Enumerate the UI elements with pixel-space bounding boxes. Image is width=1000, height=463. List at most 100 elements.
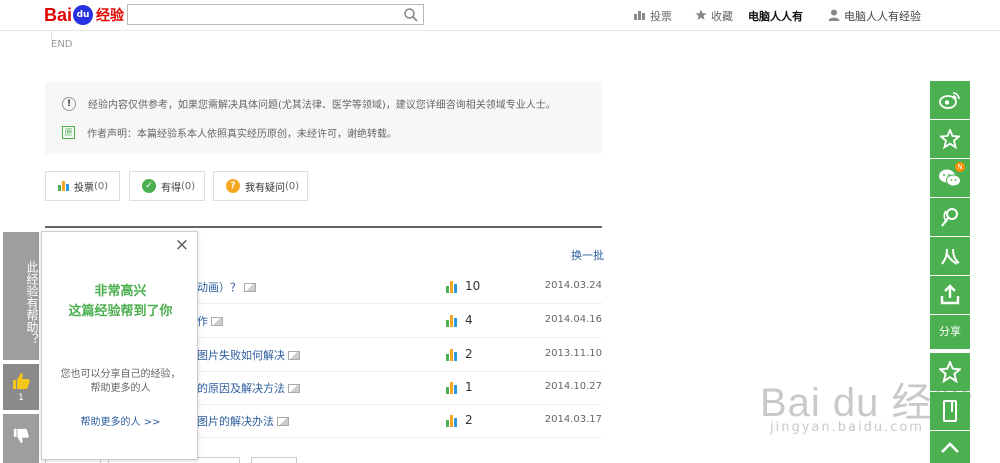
- share-wechat-button[interactable]: N: [930, 159, 970, 197]
- vote-chart-icon: [446, 382, 457, 394]
- search-icon[interactable]: [403, 7, 419, 23]
- question-button[interactable]: ? 我有疑问 (0): [213, 171, 308, 201]
- popup-sub-2: 帮助更多的人: [90, 383, 151, 394]
- wechat-new-badge: N: [955, 162, 965, 172]
- disclaimer-box: ! 经验内容仅供参考，如果您需解决具体问题(尤其法律、医学等领域)，建议您详细咨…: [45, 82, 602, 154]
- question-label: 我有疑问: [245, 182, 285, 194]
- logo-jingyan: 经验: [96, 8, 125, 24]
- renren-icon: [941, 248, 960, 265]
- section-divider: [45, 226, 602, 228]
- nav-user[interactable]: 电脑人人有经验: [828, 8, 921, 24]
- image-icon: [277, 416, 289, 426]
- upload-share-icon: [940, 284, 960, 305]
- thumb-up-count: 1: [18, 393, 24, 403]
- disclaimer-row-1: ! 经验内容仅供参考，如果您需解决具体问题(尤其法律、医学等领域)，建议您详细咨…: [62, 96, 556, 111]
- thumb-up-button[interactable]: 1: [3, 364, 39, 410]
- vote-chart-icon: [446, 281, 457, 293]
- author-brand[interactable]: 电脑人人有: [748, 8, 803, 24]
- search-input[interactable]: [127, 4, 424, 25]
- helpful-question: 此经验有帮助？: [3, 232, 39, 360]
- list-item-title[interactable]: 图片的解决办法: [197, 413, 289, 429]
- vote-count: 1: [465, 380, 473, 394]
- favorite-star-button[interactable]: [930, 353, 970, 391]
- disclaimer-text-2: 作者声明：本篇经验系本人依照真实经历原创，未经许可，谢绝转载。: [87, 129, 397, 140]
- useful-button[interactable]: ✓ 有得 (0): [129, 171, 205, 201]
- author-brand-text: 电脑人人有: [748, 10, 803, 23]
- list-item-title[interactable]: 的原因及解决方法: [197, 380, 300, 396]
- nav-vote[interactable]: 投票: [634, 8, 672, 24]
- vote-chart-icon: [446, 415, 457, 427]
- vote-chart-icon: [446, 315, 457, 327]
- list-item-title[interactable]: 图片失败如何解决: [197, 347, 300, 363]
- popup-headline-1: 非常高兴: [94, 284, 147, 299]
- exclamation-icon: !: [62, 96, 76, 111]
- share-renren-button[interactable]: [930, 237, 970, 275]
- share-label: 分享: [930, 315, 970, 349]
- share-tqq-button[interactable]: [930, 198, 970, 236]
- list-item-title[interactable]: 作: [197, 313, 223, 329]
- vote-count: 10: [465, 279, 481, 293]
- list-item-date: 2014.03.17: [544, 414, 602, 425]
- phone-icon: [943, 400, 957, 422]
- popup-sub-1: 您也可以分享自己的经验，: [60, 369, 181, 380]
- watermark-url: jingyan.baidu.com: [770, 420, 924, 435]
- image-icon: [288, 383, 300, 393]
- star-outline-icon: [939, 361, 961, 383]
- vote-count: (0): [94, 180, 109, 192]
- check-icon: ✓: [142, 179, 156, 193]
- vote-label: 投票: [74, 182, 94, 194]
- logo-paw-icon: du: [73, 5, 94, 25]
- star-icon: [695, 9, 707, 24]
- back-to-top-button[interactable]: [930, 431, 970, 463]
- helpful-popup: × 非常高兴 这篇经验帮到了你 您也可以分享自己的经验， 帮助更多的人 帮助更多…: [41, 231, 198, 460]
- list-item-title[interactable]: 动画）？: [197, 279, 256, 295]
- change-batch-link[interactable]: 换一批: [571, 247, 604, 263]
- nav-vote-label: 投票: [650, 10, 672, 23]
- disclaimer-text-1: 经验内容仅供参考，如果您需解决具体问题(尤其法律、医学等领域)，建议您详细咨询相…: [88, 100, 556, 111]
- bottom-button-partial[interactable]: [251, 457, 297, 463]
- useful-count: (0): [181, 180, 196, 192]
- list-item-date: 2013.11.10: [544, 348, 602, 359]
- thumb-up-icon: [13, 373, 30, 389]
- chevron-up-icon: [941, 442, 959, 453]
- image-icon: [211, 316, 223, 326]
- weibo-icon: [939, 92, 960, 109]
- end-label: END: [51, 39, 73, 50]
- nav-user-label: 电脑人人有经验: [844, 10, 921, 23]
- share-sidebar: N 分享: [930, 81, 970, 463]
- vote-button[interactable]: 投票 (0): [45, 171, 120, 201]
- vote-count: 2: [465, 347, 473, 361]
- thumb-down-button[interactable]: [3, 414, 39, 463]
- nav-favorite[interactable]: 收藏: [695, 8, 733, 24]
- tencent-weibo-icon: [941, 208, 958, 227]
- list-item-date: 2014.10.27: [544, 381, 602, 392]
- phone-button[interactable]: [930, 392, 970, 430]
- qzone-star-icon: [940, 129, 960, 149]
- user-icon: [828, 9, 840, 24]
- list-item-date: 2014.04.16: [544, 314, 602, 325]
- popup-headline-2: 这篇经验帮到了你: [68, 304, 173, 319]
- question-count: (0): [285, 180, 300, 192]
- baidu-jingyan-logo[interactable]: Bai du 经验: [44, 4, 124, 26]
- vote-chart-icon: [446, 349, 457, 361]
- image-icon: [288, 350, 300, 360]
- share-qzone-button[interactable]: [930, 120, 970, 158]
- vote-count: 2: [465, 413, 473, 427]
- original-icon: 原: [62, 126, 75, 139]
- logo-bai: Bai: [44, 4, 73, 25]
- vote-chart-icon: [58, 181, 69, 191]
- share-douban-button[interactable]: [930, 276, 970, 314]
- top-header: Bai du 经验 投票 收藏 电脑人人有 电脑人人有经验: [0, 0, 1000, 31]
- disclaimer-row-2: 原 作者声明：本篇经验系本人依照真实经历原创，未经许可，谢绝转载。: [62, 125, 397, 140]
- nav-favorite-label: 收藏: [711, 10, 733, 23]
- helpful-sidebar: 此经验有帮助？ 1: [3, 232, 39, 463]
- useful-label: 有得: [161, 182, 181, 194]
- help-more-link[interactable]: 帮助更多的人 >>: [42, 413, 199, 428]
- question-icon: ?: [226, 179, 240, 193]
- thumb-down-icon: [13, 428, 29, 444]
- share-weibo-button[interactable]: [930, 81, 970, 119]
- vote-count: 4: [465, 313, 473, 327]
- step-line: [51, 31, 52, 39]
- image-icon: [244, 282, 256, 292]
- close-icon[interactable]: ×: [175, 237, 189, 254]
